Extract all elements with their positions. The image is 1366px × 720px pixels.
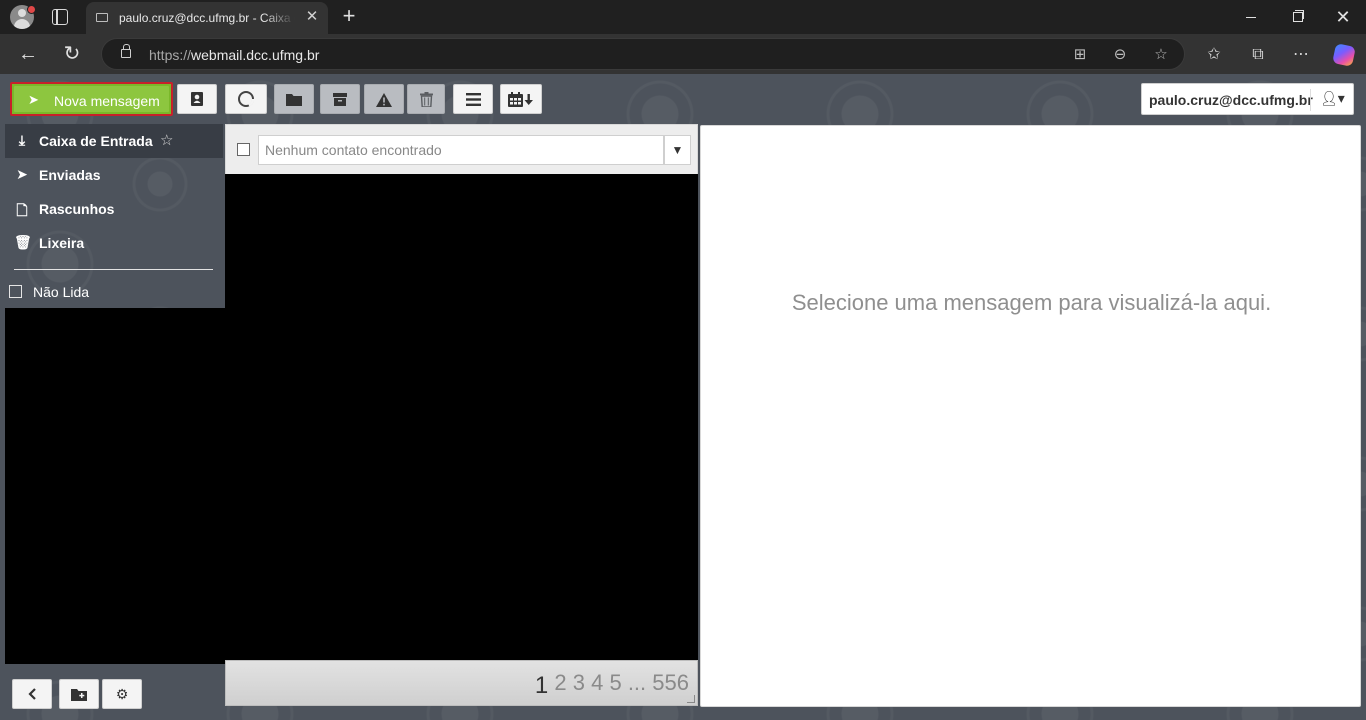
favorite-star-icon[interactable]: ☆ [1150,44,1172,66]
folder-label: Caixa de Entrada [39,133,153,149]
pagination: 1 2 3 4 5 ... 556 [225,660,698,706]
view-layout-button[interactable] [453,84,493,114]
url-field[interactable]: https://webmail.dcc.ufmg.br ⊞ ⊖ ☆ [101,38,1185,70]
sidebar-empty-area [5,308,225,664]
page-link[interactable]: 5 [609,670,621,695]
folder-drafts[interactable]: 🗋︎ Rascunhos [5,192,223,226]
send-icon: ➤ [16,166,28,182]
reload-icon[interactable]: ↻ [58,40,86,68]
window-restore-button[interactable] [1274,0,1320,34]
collapse-sidebar-button[interactable] [12,679,52,709]
tab-title: paulo.cruz@dcc.ufmg.br - Caixa de Entrad… [119,11,295,25]
copilot-icon[interactable] [1332,43,1356,67]
lock-icon[interactable] [121,44,131,58]
message-preview-panel: Selecione uma mensagem para visualizá-la… [700,125,1361,707]
profile-status-dot [27,5,36,14]
message-list-panel: ▼ 1 2 3 4 5 ... 556 [225,124,698,706]
url-host: webmail.dcc.ufmg.br [191,47,320,63]
select-all-checkbox[interactable] [237,143,250,156]
folder-label: Rascunhos [39,201,115,217]
back-arrow-icon[interactable]: ← [14,40,42,68]
window-minimize-button[interactable] [1228,0,1274,34]
user-dropdown-icon: 👤︎▾ [1320,90,1345,106]
url-text[interactable]: https://webmail.dcc.ufmg.br [149,47,319,63]
edge-collections-icon[interactable]: ⧉ [1246,43,1270,67]
browser-tab-active[interactable]: paulo.cruz@dcc.ufmg.br - Caixa de Entrad… [86,2,328,34]
resize-handle[interactable] [687,695,695,703]
page-current[interactable]: 1 [535,672,548,699]
delete-button[interactable] [407,84,445,114]
browser-tab-strip: paulo.cruz@dcc.ufmg.br - Caixa de Entrad… [0,0,1366,34]
trash-can-icon [419,92,433,108]
preview-empty-message: Selecione uma mensagem para visualizá-la… [791,290,1272,315]
page-link[interactable]: 4 [591,670,603,695]
trash-icon: 🗑︎ [14,234,32,250]
move-to-folder-button[interactable] [274,84,314,114]
account-divider [1310,89,1311,111]
page-ellipsis: ... [627,670,647,695]
message-list-header: ▼ [225,124,698,174]
window-close-button[interactable]: ✕ [1320,0,1366,34]
favorites-icon[interactable]: ✩ [1202,43,1226,67]
unread-filter-label: Não Lida [33,284,90,300]
gear-icon: ⚙ [115,686,129,702]
contacts-button[interactable] [177,84,217,114]
calendar-download-icon [508,92,533,107]
page-actions-icon[interactable]: ⊖ [1109,44,1131,66]
app-available-icon[interactable]: ⊞ [1069,44,1091,66]
calendar-download-button[interactable] [500,84,542,114]
sidebar-divider [14,269,213,270]
folder-add-icon [71,689,87,701]
page-link-last[interactable]: 556 [652,670,689,695]
settings-button[interactable]: ⚙ [102,679,142,709]
tab-actions-icon[interactable] [52,9,68,25]
unread-checkbox[interactable] [9,285,22,298]
pagination-pages: 1 2 3 4 5 ... 556 [535,669,689,699]
new-tab-button[interactable]: + [338,4,360,28]
account-menu-button[interactable]: paulo.cruz@dcc.ufmg.br 👤︎▾ [1141,83,1354,115]
browser-address-bar: ← ↻ https://webmail.dcc.ufmg.br ⊞ ⊖ ☆ ✩ … [0,34,1366,74]
send-plane-icon: ➤ [28,92,39,107]
compose-button-face: ➤ Nova mensagem [14,86,169,112]
refresh-button[interactable] [225,84,267,114]
new-folder-button[interactable] [59,679,99,709]
folder-sidebar: ⤓ Caixa de Entrada ☆ ➤ Enviadas 🗋︎ Rascu… [5,124,225,308]
folder-sent[interactable]: ➤ Enviadas [5,158,223,192]
chevron-left-icon [28,688,36,700]
draft-icon: 🗋︎ [16,202,28,218]
mail-favicon-icon [96,13,108,22]
archive-box-icon [333,93,347,106]
message-list-body [225,174,698,660]
refresh-spinner-icon [237,90,255,108]
hamburger-menu-icon [465,93,481,106]
warning-triangle-icon [376,93,392,107]
folder-inbox[interactable]: ⤓ Caixa de Entrada ☆ [5,124,223,158]
folder-label: Enviadas [39,167,101,183]
folder-label: Lixeira [39,235,85,251]
address-book-icon [191,92,203,106]
favorite-folder-star-icon[interactable]: ☆ [160,131,173,149]
archive-button[interactable] [320,84,360,114]
inbox-icon: ⤓ [18,132,26,148]
compose-button[interactable]: ➤ Nova mensagem [10,82,173,116]
folder-icon [286,94,302,106]
search-input[interactable] [258,135,664,165]
page-link[interactable]: 3 [573,670,585,695]
spam-button[interactable] [364,84,404,114]
folder-trash[interactable]: 🗑︎ Lixeira [5,226,223,260]
more-options-icon[interactable]: ⋯ [1289,43,1313,67]
webmail-app: ➤ Nova mensagem paulo.cruz@dcc.ufmg.br 👤… [0,74,1366,720]
url-protocol: https:// [149,47,192,63]
compose-button-label: Nova mensagem [54,93,160,109]
account-email: paulo.cruz@dcc.ufmg.br [1149,92,1313,108]
search-options-dropdown[interactable]: ▼ [664,135,691,165]
tab-close-icon[interactable]: ✕ [304,8,320,26]
page-link[interactable]: 2 [554,670,566,695]
